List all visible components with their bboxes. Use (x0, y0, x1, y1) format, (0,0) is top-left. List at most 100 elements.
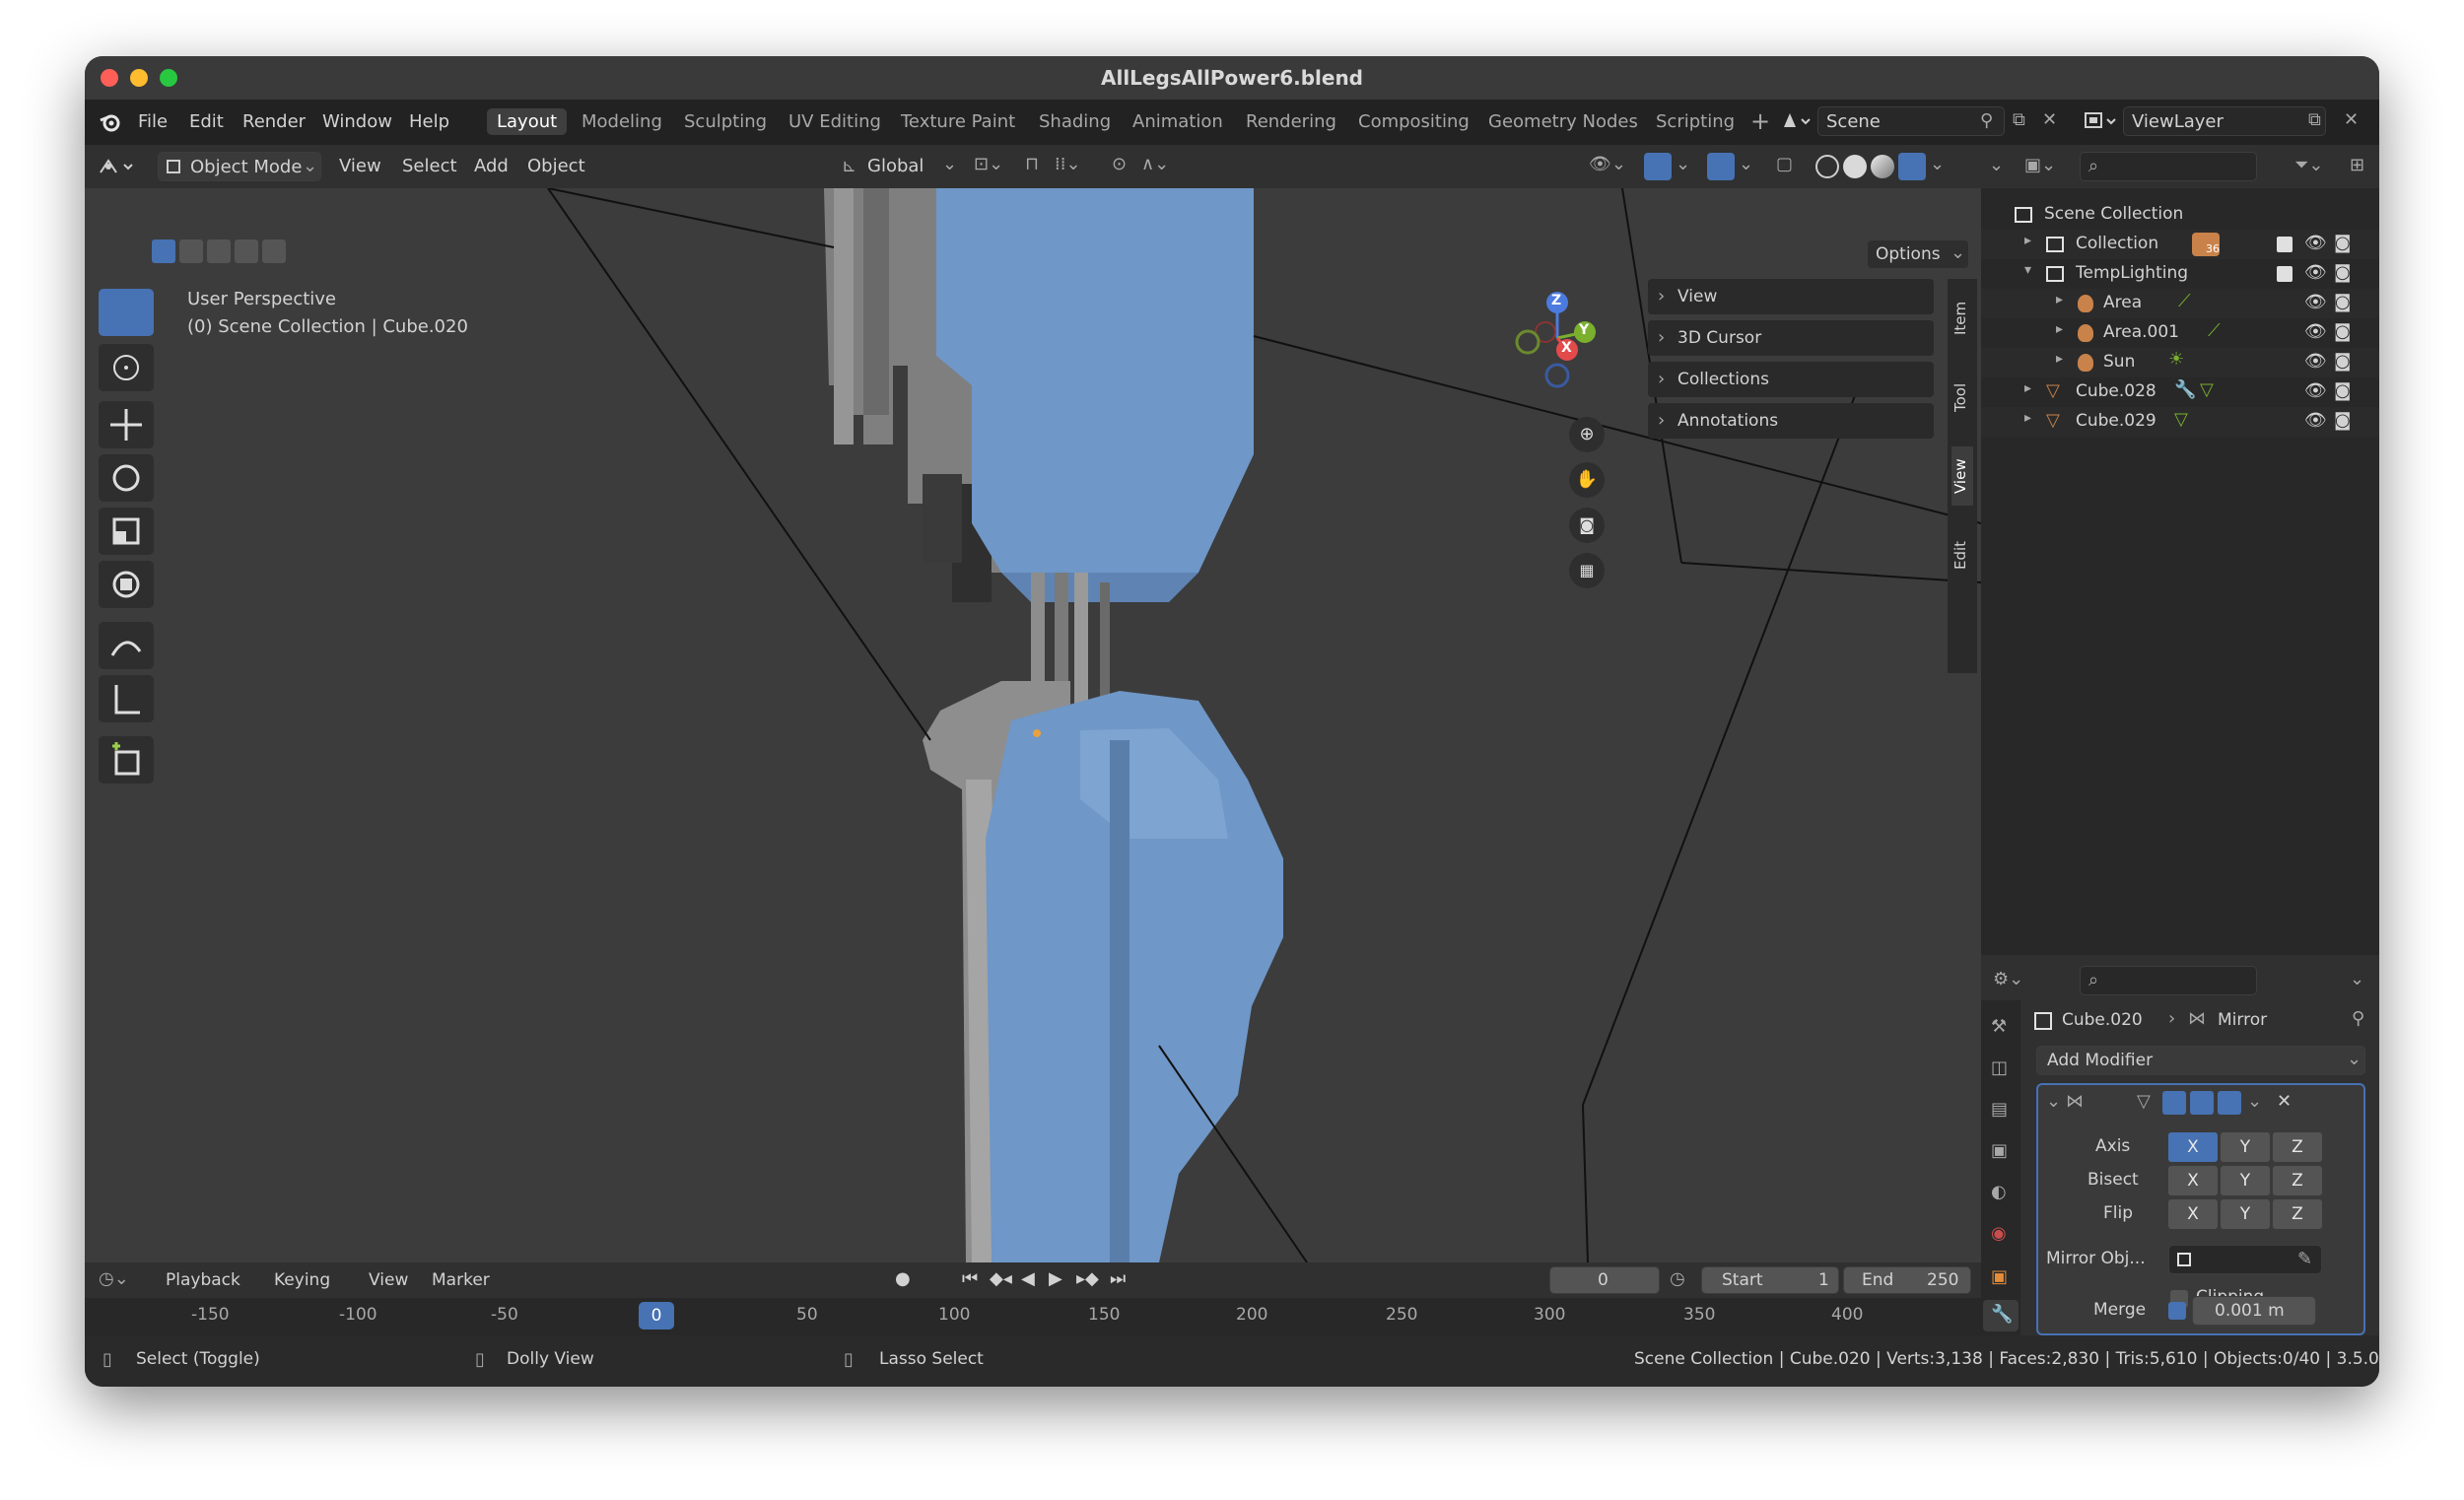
pin-scene-icon[interactable]: ⚲ (1980, 110, 1993, 131)
pan-view-icon[interactable]: ✋ (1569, 462, 1605, 498)
menu-window[interactable]: Window (322, 111, 392, 132)
outliner-row-area-001[interactable]: ▸ Area.001 ⟋ 👁 ◙ (1981, 318, 2379, 348)
world-tab-icon[interactable]: ◉ (1991, 1223, 2007, 1244)
viewport-toggle-icon[interactable] (2190, 1091, 2214, 1115)
stopwatch-icon[interactable]: ◷ (1670, 1268, 1685, 1289)
sun-data-icon[interactable]: ☀ (2168, 349, 2184, 370)
npanel-3d-cursor[interactable]: › 3D Cursor (1648, 320, 1934, 356)
on-cage-toggle-icon[interactable] (2162, 1091, 2186, 1115)
modifier-wrench-icon[interactable]: 🔧 (2174, 379, 2196, 400)
eye-icon[interactable]: 👁 (2304, 410, 2327, 431)
pivot-point-icon[interactable]: ⊡⌄ (974, 154, 1003, 174)
camera-icon[interactable]: ◙ (2334, 351, 2351, 372)
tool-tab-icon[interactable]: ⚒ (1991, 1016, 2007, 1037)
playhead[interactable]: 0 (639, 1302, 674, 1330)
end-frame-field[interactable]: End 250 (1843, 1266, 1971, 1294)
expand-arrow-icon[interactable]: ▸ (2024, 380, 2031, 396)
select-intersect-icon[interactable] (262, 239, 286, 263)
viewport-menu-view[interactable]: View (339, 156, 381, 176)
tab-edit[interactable]: Edit (1951, 525, 1973, 584)
gizmo-toggle-icon[interactable] (1644, 153, 1672, 180)
expand-arrow-icon[interactable]: ▸ (2024, 233, 2031, 248)
delete-scene-icon[interactable]: ✕ (2042, 109, 2057, 130)
play-icon[interactable]: ▶ (1049, 1268, 1062, 1289)
eye-icon[interactable]: 👁 (2304, 351, 2327, 372)
eye-icon[interactable]: 👁 (2304, 233, 2327, 253)
select-box-tool-icon[interactable] (99, 289, 154, 336)
record-icon[interactable]: ● (895, 1268, 911, 1289)
eye-icon[interactable]: 👁 (2304, 262, 2327, 283)
mode-dropdown[interactable]: Object Mode ⌄ (158, 152, 321, 181)
rotate-tool-icon[interactable] (99, 454, 154, 502)
transform-tool-icon[interactable] (99, 561, 154, 608)
zoom-view-icon[interactable]: ⊕ (1569, 417, 1605, 452)
bisect-z-button[interactable]: Z (2273, 1166, 2322, 1195)
properties-editor-icon[interactable]: ⚙⌄ (1993, 969, 2023, 989)
outliner-row-scene-collection[interactable]: Scene Collection (1981, 200, 2379, 230)
add-cube-tool-icon[interactable] (99, 736, 154, 784)
scene-tab-icon[interactable]: ◐ (1991, 1182, 2007, 1202)
render-toggle-icon[interactable] (2218, 1091, 2241, 1115)
select-invert-icon[interactable] (235, 239, 258, 263)
chevron-down-icon[interactable]: ⌄ (1739, 154, 1753, 174)
falloff-icon[interactable]: ∧⌄ (1141, 154, 1169, 174)
eye-icon[interactable]: 👁 (2304, 321, 2327, 342)
mirror-object-field[interactable]: ✎ (2168, 1245, 2322, 1274)
editor-type-icon[interactable] (97, 153, 140, 180)
timeline-ruler[interactable]: -150 -100 -50 0 50 100 150 200 250 300 3… (85, 1298, 1981, 1335)
play-reverse-icon[interactable]: ◀ (1021, 1268, 1035, 1289)
menu-render[interactable]: Render (242, 111, 306, 132)
filter-icon[interactable]: ⏷⌄ (2294, 155, 2323, 175)
transform-orientation-dropdown[interactable]: ⊾ Global ⌄ (840, 152, 962, 181)
rendered-shading-icon[interactable] (1898, 153, 1926, 180)
annotate-tool-icon[interactable] (99, 622, 154, 669)
edit-mode-toggle-icon[interactable]: ▽ (2137, 1091, 2151, 1112)
output-tab-icon[interactable]: ▤ (1991, 1099, 2008, 1120)
eyedropper-icon[interactable]: ✎ (2297, 1249, 2312, 1269)
display-mode-icon[interactable]: ▣⌄ (2024, 155, 2056, 175)
workspace-tab-uv-editing[interactable]: UV Editing (788, 111, 881, 132)
light-data-icon[interactable]: ⟋ (2178, 291, 2191, 311)
axis-y-button[interactable]: Y (2221, 1132, 2270, 1162)
chevron-down-icon[interactable]: ⌄ (1930, 154, 1945, 174)
tab-view[interactable]: View (1951, 446, 1973, 506)
select-new-icon[interactable] (152, 239, 175, 263)
add-modifier-dropdown[interactable]: Add Modifier ⌄ (2036, 1046, 2365, 1075)
add-workspace-icon[interactable]: + (1750, 107, 1770, 135)
scale-tool-icon[interactable] (99, 508, 154, 555)
workspace-tab-texture-paint[interactable]: Texture Paint (901, 111, 1015, 132)
proportional-edit-icon[interactable]: ⊙ (1112, 154, 1127, 174)
workspace-tab-scripting[interactable]: Scripting (1656, 111, 1735, 132)
snap-icon[interactable]: ⊓ (1025, 154, 1039, 174)
camera-icon[interactable]: ◙ (2334, 292, 2351, 312)
outliner-search-input[interactable]: ⌕ (2080, 152, 2257, 181)
chevron-down-icon[interactable]: ⌄ (2247, 1091, 2262, 1112)
options-dropdown[interactable]: Options ⌄ (1867, 239, 1969, 269)
blender-logo-icon[interactable] (99, 111, 120, 133)
axis-z-button[interactable]: Z (2273, 1132, 2322, 1162)
timeline-menu-playback[interactable]: Playback (166, 1270, 240, 1290)
new-scene-icon[interactable]: ⧉ (2013, 109, 2025, 130)
close-icon[interactable]: ✕ (2277, 1091, 2292, 1112)
outliner-row-templighting[interactable]: ▾ TempLighting 👁 ◙ (1981, 259, 2379, 289)
move-tool-icon[interactable] (99, 401, 154, 448)
viewport-menu-select[interactable]: Select (402, 156, 457, 176)
mesh-data-icon[interactable]: ▽ (2200, 379, 2214, 400)
outliner-row-area[interactable]: ▸ Area ⟋ 👁 ◙ (1981, 289, 2379, 318)
eye-icon[interactable]: 👁 (2304, 292, 2327, 312)
workspace-tab-animation[interactable]: Animation (1132, 111, 1223, 132)
select-extend-icon[interactable] (179, 239, 203, 263)
camera-icon[interactable]: ◙ (2334, 321, 2351, 342)
delete-view-layer-icon[interactable]: ✕ (2344, 109, 2359, 130)
outliner-editor-icon[interactable]: ⌄ (1989, 155, 2004, 175)
merge-distance-field[interactable]: 0.001 m (2192, 1296, 2316, 1326)
next-keyframe-icon[interactable]: ▸◆ (1076, 1268, 1099, 1289)
outliner-row-cube-029[interactable]: ▸ ▽ Cube.029 ▽ 👁 ◙ (1981, 407, 2379, 437)
timeline-editor-icon[interactable]: ◷⌄ (99, 1268, 129, 1289)
navigation-gizmo[interactable]: Z Y X (1494, 287, 1612, 405)
xray-icon[interactable]: ▢ (1776, 154, 1793, 174)
workspace-tab-shading[interactable]: Shading (1039, 111, 1111, 132)
menu-edit[interactable]: Edit (189, 111, 224, 132)
expand-arrow-icon[interactable]: ▸ (2056, 321, 2063, 337)
flip-z-button[interactable]: Z (2273, 1199, 2322, 1229)
